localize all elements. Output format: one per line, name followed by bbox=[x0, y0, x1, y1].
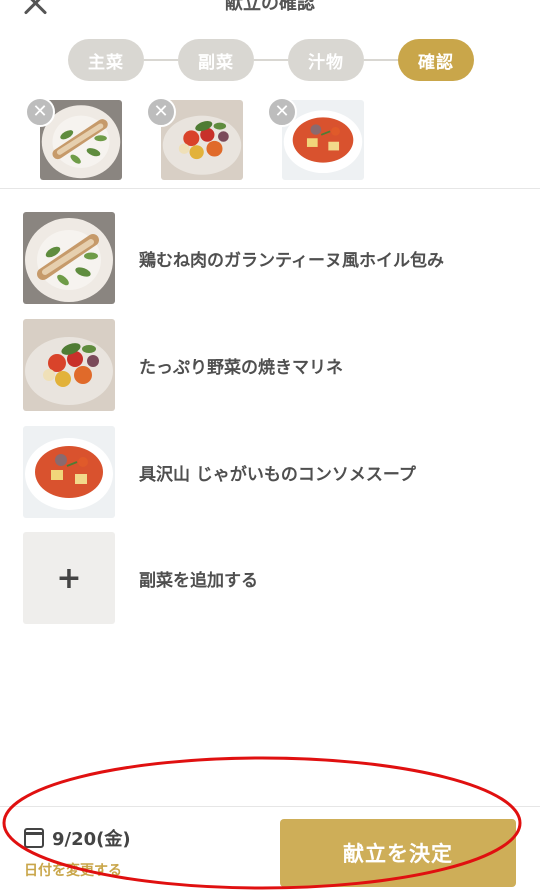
dish-name: たっぷり野菜の焼きマリネ bbox=[139, 357, 343, 378]
remove-icon[interactable]: ✕ bbox=[146, 97, 176, 127]
dish-name: 具沢山 じゃがいものコンソメスープ bbox=[139, 464, 416, 485]
step-soup[interactable]: 汁物 bbox=[288, 39, 364, 81]
date-text: 9/20(金) bbox=[52, 829, 131, 850]
date-display: 9/20(金) bbox=[24, 825, 131, 851]
add-side-dish-label: 副菜を追加する bbox=[139, 570, 258, 591]
selected-dishes-strip: ✕ ✕ ✕ bbox=[0, 97, 540, 180]
step-connector bbox=[144, 59, 178, 61]
remove-icon[interactable]: ✕ bbox=[267, 97, 297, 127]
calendar-icon bbox=[24, 828, 44, 848]
step-connector bbox=[364, 59, 398, 61]
change-date-link[interactable]: 日付を変更する bbox=[24, 860, 122, 880]
remove-icon[interactable]: ✕ bbox=[25, 97, 55, 127]
header: 献立の確認 bbox=[0, 0, 540, 20]
dish-image bbox=[23, 426, 115, 518]
page-title: 献立の確認 bbox=[225, 0, 315, 14]
step-indicator: 主菜 副菜 汁物 確認 bbox=[68, 38, 474, 82]
divider bbox=[0, 188, 540, 189]
add-box[interactable]: + bbox=[23, 532, 115, 624]
decide-menu-button[interactable]: 献立を決定 bbox=[280, 819, 516, 887]
step-confirm[interactable]: 確認 bbox=[398, 39, 474, 81]
add-side-dish-button[interactable]: + 副菜を追加する bbox=[23, 532, 523, 624]
step-main-dish[interactable]: 主菜 bbox=[68, 39, 144, 81]
dish-image bbox=[23, 319, 115, 411]
step-side-dish[interactable]: 副菜 bbox=[178, 39, 254, 81]
plus-icon: + bbox=[56, 560, 82, 596]
list-item[interactable]: 具沢山 じゃがいものコンソメスープ bbox=[23, 426, 523, 518]
list-item[interactable]: たっぷり野菜の焼きマリネ bbox=[23, 319, 523, 411]
list-item[interactable]: 鶏むね肉のガランティーヌ風ホイル包み bbox=[23, 212, 523, 304]
step-connector bbox=[254, 59, 288, 61]
dish-image bbox=[23, 212, 115, 304]
dish-name: 鶏むね肉のガランティーヌ風ホイル包み bbox=[139, 250, 444, 271]
footer: 9/20(金) 日付を変更する 献立を決定 bbox=[0, 806, 540, 890]
